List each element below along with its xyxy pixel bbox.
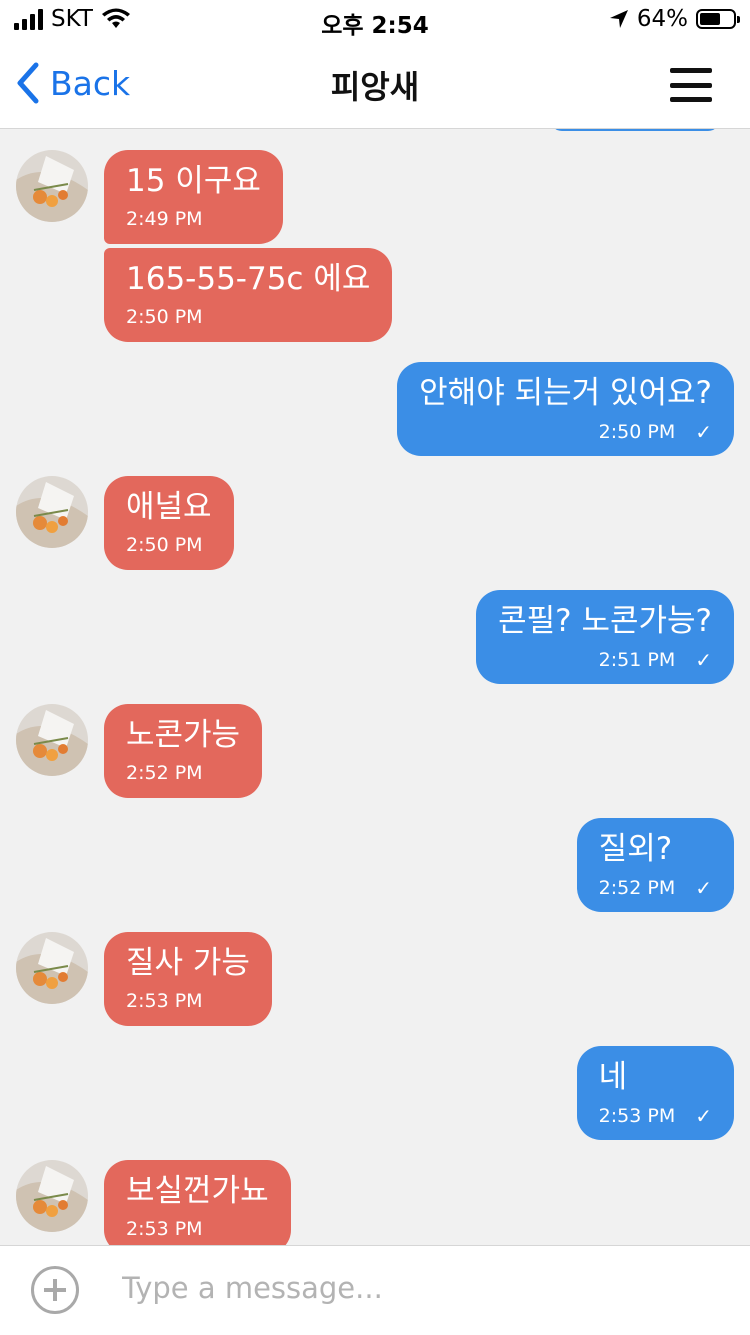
avatar[interactable] [16,150,88,222]
read-check-icon: ✓ [695,1104,712,1128]
message-time: 2:50 PM [126,534,203,556]
message-text: 콘필? 노콘가능? [498,603,712,639]
back-button[interactable]: Back [16,62,130,104]
received-message[interactable]: 애널요 2:50 PM [104,476,234,570]
message-time: 2:50 PM [598,421,676,443]
received-message[interactable]: 15 이구요 2:49 PM [104,150,283,244]
message-text: 질사 가능 [126,945,250,981]
message-input[interactable] [120,1264,724,1312]
read-check-icon: ✓ [695,420,712,444]
message-time: 2:50 PM [126,306,203,328]
message-time: 2:49 PM [126,208,203,230]
message-text: 애널요 [126,489,212,525]
hamburger-menu-icon[interactable] [670,68,712,102]
received-message[interactable]: 보실껀가뇨 2:53 PM [104,1160,291,1245]
sent-message[interactable]: 질외? 2:52 PM ✓ [576,818,734,912]
read-check-icon: ✓ [695,648,712,672]
message-text: 질외? [598,831,673,867]
received-message[interactable]: 165-55-75c 에요 2:50 PM [104,248,393,342]
message-time: 2:52 PM [126,762,203,784]
message-time: 2:52 PM [598,877,676,899]
avatar[interactable] [16,476,88,548]
received-message[interactable]: 노콘가능 2:52 PM [104,704,263,798]
battery-icon [696,9,740,29]
message-text: 안해야 되는거 있어요? [419,375,712,411]
message-text: 네 [598,1059,628,1095]
status-bar: SKT 오후 2:54 64% [0,0,750,40]
message-text: 15 이구요 [126,163,261,199]
sent-message[interactable]: 안해야 되는거 있어요? 2:50 PM ✓ [397,362,734,456]
add-attachment-button[interactable] [31,1266,79,1314]
avatar[interactable] [16,1160,88,1232]
back-label: Back [50,63,131,103]
composer-bar [0,1245,750,1335]
sent-message[interactable]: 네 2:53 PM ✓ [576,1046,734,1140]
message-text: 165-55-75c 에요 [126,261,371,297]
location-arrow-icon [609,10,628,28]
chevron-left-icon [17,62,39,104]
message-list[interactable]: 15 이구요 2:49 PM 165-55-75c 에요 2:50 PM 안해야… [0,129,750,1245]
previous-message-edge [550,129,720,131]
sent-message[interactable]: 콘필? 노콘가능? 2:51 PM ✓ [476,590,734,684]
battery-fill [700,13,720,25]
battery-percent: 64% [636,6,688,32]
avatar[interactable] [16,704,88,776]
message-text: 보실껀가뇨 [126,1173,269,1209]
read-check-icon: ✓ [695,876,712,900]
message-time: 2:53 PM [598,1105,676,1127]
message-time: 2:51 PM [598,649,676,671]
received-message[interactable]: 질사 가능 2:53 PM [104,932,272,1026]
message-time: 2:53 PM [126,990,203,1012]
message-text: 노콘가능 [126,717,241,753]
message-time: 2:53 PM [126,1218,203,1240]
avatar[interactable] [16,932,88,1004]
status-right: 64% [609,6,740,32]
nav-bar: Back 피앙새 [0,40,750,129]
